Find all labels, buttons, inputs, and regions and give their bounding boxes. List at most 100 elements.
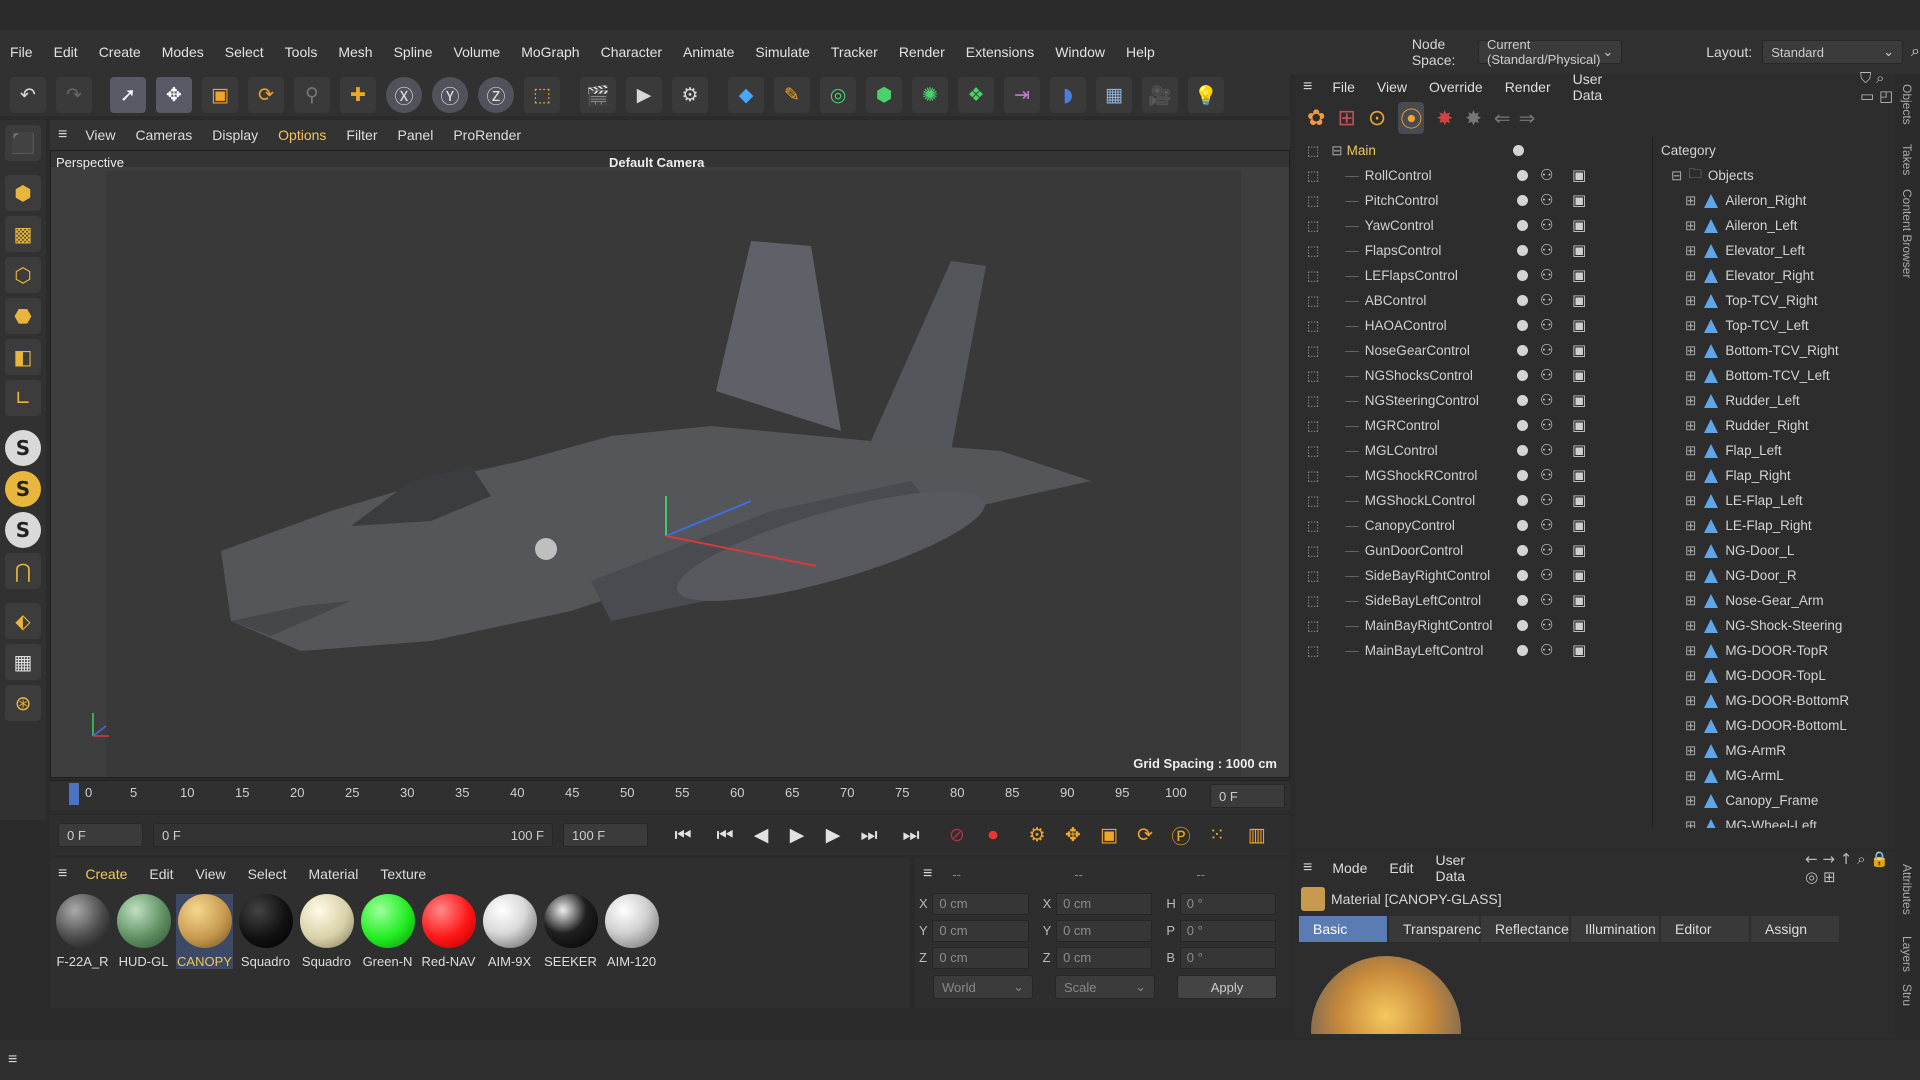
visibility-dot[interactable] <box>1517 420 1528 431</box>
attr-menu-userdata[interactable]: User Data <box>1436 852 1484 884</box>
pen-icon[interactable]: ✎ <box>774 77 810 113</box>
expand-icon[interactable]: ⊞ <box>1685 343 1696 359</box>
category-item[interactable]: ⊞ Top-TCV_Left <box>1657 313 1889 338</box>
coordinate-system-icon[interactable]: ⬚ <box>524 77 560 113</box>
viewport-menu-options[interactable]: Options <box>278 127 326 143</box>
menu-create[interactable]: Create <box>99 44 141 60</box>
side-tab-layers[interactable]: Layers <box>1900 936 1914 972</box>
visibility-dot[interactable] <box>1517 570 1528 581</box>
xpresso-tag-icon[interactable]: ⚇ <box>1540 366 1553 384</box>
tab-transparency[interactable]: Transparency <box>1389 916 1488 942</box>
menu-animate[interactable]: Animate <box>683 44 734 60</box>
move-icon[interactable]: ✥ <box>156 77 192 113</box>
hamburger-icon[interactable]: ≡ <box>8 1051 17 1069</box>
visibility-dot[interactable] <box>1517 195 1528 206</box>
obj-menu-file[interactable]: File <box>1332 79 1355 95</box>
visibility-dot[interactable] <box>1517 345 1528 356</box>
category-group[interactable]: ⊟ 🗀 Objects <box>1657 163 1889 188</box>
expand-icon[interactable]: ⊞ <box>1685 793 1696 809</box>
obj-menu-view[interactable]: View <box>1377 79 1407 95</box>
category-item[interactable]: ⊞ Nose-Gear_Arm <box>1657 588 1889 613</box>
tab-basic[interactable]: Basic <box>1299 916 1387 942</box>
layout-dropdown[interactable]: Standard ⌄ <box>1762 40 1904 64</box>
prev-key-icon[interactable]: ⏮ <box>710 820 740 850</box>
category-item[interactable]: ⊞ MG-DOOR-BottomL <box>1657 713 1889 738</box>
category-item[interactable]: ⊞ MG-DOOR-BottomR <box>1657 688 1889 713</box>
expand-icon[interactable]: ⊞ <box>1685 818 1696 829</box>
tree-root-main[interactable]: ⬚ ⊟ Main <box>1295 138 1650 163</box>
category-item[interactable]: ⊞ LE-Flap_Right <box>1657 513 1889 538</box>
deformer-icon[interactable]: ❖ <box>958 77 994 113</box>
category-item[interactable]: ⊞ Aileron_Left <box>1657 213 1889 238</box>
side-tab-attributes[interactable]: Attributes <box>1900 864 1914 915</box>
obj-menu-override[interactable]: Override <box>1429 79 1483 95</box>
xpresso-tag-icon[interactable]: ⚇ <box>1540 341 1553 359</box>
xpresso-tag-icon[interactable]: ⚇ <box>1540 216 1553 234</box>
render-tag-icon[interactable]: ✸ <box>1436 106 1453 131</box>
xpresso-tag-icon[interactable]: ⚇ <box>1540 491 1553 509</box>
select-box-icon[interactable]: ⬚ <box>1307 568 1319 584</box>
expand-icon[interactable]: ⊞ <box>1685 768 1696 784</box>
category-item[interactable]: ⊞ MG-ArmR <box>1657 738 1889 763</box>
model-mode-icon[interactable]: ⬢ <box>5 175 41 211</box>
mat-menu-create[interactable]: Create <box>85 866 127 882</box>
menu-mesh[interactable]: Mesh <box>338 44 372 60</box>
expand-icon[interactable]: ⊞ <box>1685 718 1696 734</box>
expression-tag-icon[interactable]: ▣ <box>1572 266 1586 284</box>
expression-tag-icon[interactable]: ▣ <box>1572 191 1586 209</box>
expression-tag-icon[interactable]: ▣ <box>1572 391 1586 409</box>
render-view-icon[interactable]: 🎬 <box>580 77 616 113</box>
xpresso-tag-icon[interactable]: ⚇ <box>1540 641 1553 659</box>
category-item[interactable]: ⊞ NG-Door_L <box>1657 538 1889 563</box>
expand-icon[interactable]: ⊞ <box>1685 618 1696 634</box>
menu-extensions[interactable]: Extensions <box>966 44 1034 60</box>
expression-tag-icon[interactable]: ▣ <box>1572 616 1586 634</box>
material-swatch[interactable]: Red-NAV <box>420 894 477 969</box>
size-z-field[interactable]: 0 cm <box>1056 946 1153 969</box>
menu-window[interactable]: Window <box>1055 44 1105 60</box>
xpresso-icon[interactable]: ⊙ <box>1368 105 1386 131</box>
menu-render[interactable]: Render <box>899 44 945 60</box>
workplane-icon[interactable]: ⬖ <box>5 603 41 639</box>
expand-icon[interactable]: ⊞ <box>1685 693 1696 709</box>
category-item[interactable]: ⊞ Rudder_Left <box>1657 388 1889 413</box>
object-row[interactable]: ⬚ — MGLControl ⚇ ▣ <box>1295 438 1650 463</box>
expand-icon[interactable]: ⊞ <box>1685 593 1696 609</box>
current-frame-field[interactable]: 0 F <box>1210 784 1285 808</box>
key-pla-icon[interactable]: ⁙ <box>1202 820 1232 850</box>
viewport-menu-panel[interactable]: Panel <box>398 127 434 143</box>
select-box-icon[interactable]: ⬚ <box>1307 643 1319 659</box>
select-box-icon[interactable]: ⬚ <box>1307 168 1319 184</box>
polygons-mode-icon[interactable]: ◧ <box>5 339 41 375</box>
select-box-icon[interactable]: ⬚ <box>1307 293 1319 309</box>
menu-mograph[interactable]: MoGraph <box>521 44 579 60</box>
object-row[interactable]: ⬚ — HAOAControl ⚇ ▣ <box>1295 313 1650 338</box>
undo-icon[interactable]: ↶ <box>10 77 46 113</box>
z-axis-icon[interactable]: Ⓩ <box>478 77 514 113</box>
object-row[interactable]: ⬚ — RollControl ⚇ ▣ <box>1295 163 1650 188</box>
mograph-cloner-icon[interactable]: ✺ <box>912 77 948 113</box>
visibility-dot[interactable] <box>1513 145 1524 156</box>
xpresso-tag-icon[interactable]: ⚇ <box>1540 516 1553 534</box>
uv-mode-icon[interactable]: ∟ <box>5 380 41 416</box>
expression-tag-icon[interactable]: ▣ <box>1572 366 1586 384</box>
expression-tag-icon[interactable]: ▣ <box>1572 566 1586 584</box>
category-item[interactable]: ⊞ MG-DOOR-TopR <box>1657 638 1889 663</box>
edges-mode-icon[interactable]: ⬣ <box>5 298 41 334</box>
timeline-window-icon[interactable]: ▥ <box>1242 820 1272 850</box>
expression-tag-icon[interactable]: ▣ <box>1572 241 1586 259</box>
object-row[interactable]: ⬚ — CanopyControl ⚇ ▣ <box>1295 513 1650 538</box>
xpresso-tag-icon[interactable]: ⚇ <box>1540 466 1553 484</box>
next-frame-icon[interactable]: ▶ <box>818 820 848 850</box>
category-item[interactable]: ⊞ LE-Flap_Left <box>1657 488 1889 513</box>
autokey-icon[interactable]: ⏺ <box>978 820 1008 850</box>
snap-settings-icon[interactable]: S <box>5 471 41 507</box>
visibility-dot[interactable] <box>1517 395 1528 406</box>
hamburger-icon[interactable]: ≡ <box>58 865 67 883</box>
menu-file[interactable]: File <box>10 44 33 60</box>
expression-tag-icon[interactable]: ▣ <box>1572 416 1586 434</box>
select-box-icon[interactable]: ⬚ <box>1307 343 1319 359</box>
select-box-icon[interactable]: ⬚ <box>1307 268 1319 284</box>
attr-menu-mode[interactable]: Mode <box>1332 860 1367 876</box>
rotation-h-field[interactable]: 0 ° <box>1179 892 1276 915</box>
